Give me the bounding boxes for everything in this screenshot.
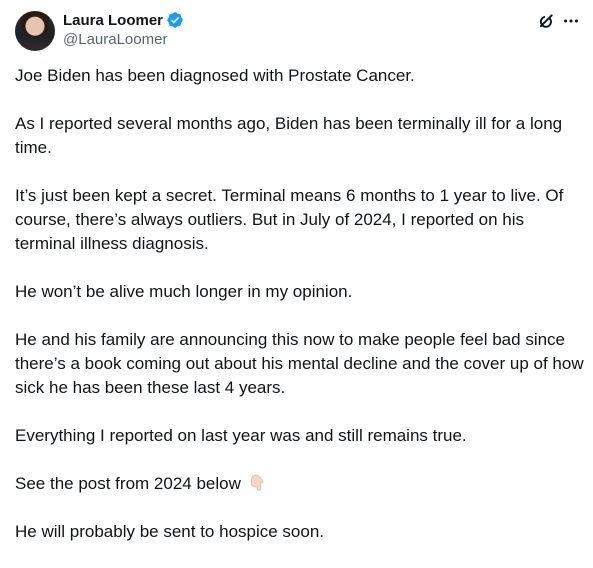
tweet: Laura Loomer @LauraLoomer Joe Biden has …: [0, 0, 593, 550]
verified-badge-icon[interactable]: [166, 11, 184, 29]
handle[interactable]: @LauraLoomer: [63, 31, 184, 48]
display-name[interactable]: Laura Loomer: [63, 12, 163, 29]
tweet-paragraph: It’s just been kept a secret. Terminal m…: [15, 186, 564, 253]
name-row: Laura Loomer: [63, 10, 184, 30]
tweet-paragraph: He won’t be alive much longer in my opin…: [15, 282, 353, 301]
more-icon[interactable]: [561, 11, 581, 31]
avatar[interactable]: [15, 11, 55, 51]
tweet-paragraph: See the post from 2024 below: [15, 474, 241, 493]
tweet-paragraph: Joe Biden has been diagnosed with Prosta…: [15, 66, 415, 85]
tweet-paragraph: Everything I reported on last year was a…: [15, 426, 467, 445]
tweet-paragraph: As I reported several months ago, Biden …: [15, 114, 563, 157]
tweet-text: Joe Biden has been diagnosed with Prosta…: [15, 64, 585, 568]
tweet-paragraph: He will probably be sent to hospice soon…: [15, 522, 325, 541]
tweet-paragraph-with-emoji: See the post from 2024 below: [15, 472, 585, 496]
pointing-down-emoji: [248, 473, 268, 493]
author-block: Laura Loomer @LauraLoomer: [63, 10, 184, 48]
tweet-paragraph: He and his family are announcing this no…: [15, 330, 584, 397]
grok-icon[interactable]: [536, 11, 556, 31]
